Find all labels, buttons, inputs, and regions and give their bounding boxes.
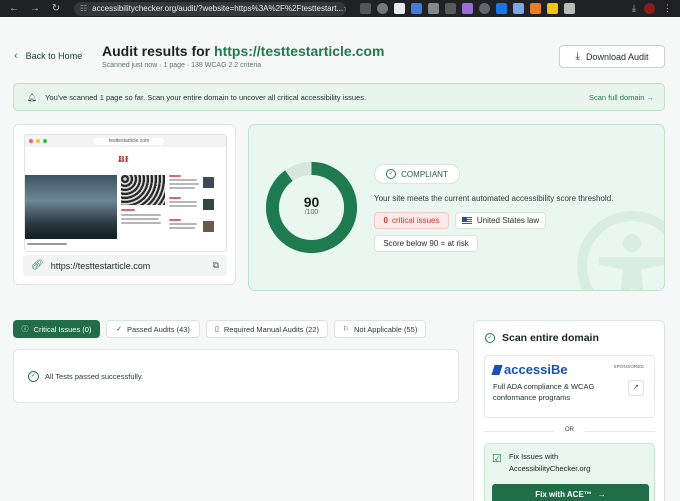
extensions-bar [360,3,575,14]
check-icon: ✓ [116,326,122,333]
profile-avatar[interactable] [644,3,655,14]
banner-text: You've scanned 1 page so far. Scan your … [45,92,367,102]
accessibility-watermark-icon [577,211,664,290]
extension-icon[interactable] [479,3,490,14]
fix-issues-box: ☑ Fix Issues with AccessibilityChecker.o… [484,443,655,501]
ad-brand: accessiBe [504,362,568,377]
tab-not-applicable[interactable]: ⚐ Not Applicable (55) [334,320,426,338]
fix-line2: AccessibilityChecker.org [509,464,591,473]
fix-button-label: Fix with ACE™ [535,489,592,499]
address-bar[interactable]: ☷ accessibilitychecker.org/audit/?websit… [74,1,346,16]
extension-icon[interactable] [411,3,422,14]
tab-label: Not Applicable (55) [353,324,418,334]
tab-manual-audits[interactable]: ▯ Required Manual Audits (22) [206,320,328,338]
accessibe-logo-mark [491,364,503,375]
results-panel: ✓ All Tests passed successfully. [13,349,459,403]
bell-icon: 🔔︎ [27,92,38,102]
hero-image-thumbnail [25,175,117,239]
scan-banner: 🔔︎ You've scanned 1 page so far. Scan yo… [13,83,665,111]
tab-label: Required Manual Audits (22) [223,324,319,334]
extension-icon[interactable] [360,3,371,14]
score-value: 90 [303,194,320,210]
download-audit-button[interactable]: ⤓ Download Audit [559,45,665,68]
arrow-right-icon: → [597,489,606,499]
fix-with-ace-button[interactable]: Fix with ACE™ → [492,484,649,501]
extension-icon[interactable] [445,3,456,14]
back-arrow-icon[interactable]: ← [8,3,20,15]
sponsored-label: SPONSORED [613,364,644,369]
forward-arrow-icon[interactable]: → [29,3,41,15]
extension-icon[interactable] [547,3,558,14]
law-badge: United States law [455,212,546,229]
us-flag-icon [461,217,472,224]
extension-icon[interactable] [496,3,507,14]
check-circle-icon: ✓ [28,370,39,382]
results-message: All Tests passed successfully. [45,371,144,381]
flag-icon: ⚐ [342,326,349,333]
check-circle-icon: ✓ [485,333,495,343]
compliance-status: COMPLIANT [401,169,448,179]
extension-icon[interactable] [462,3,473,14]
mini-url: testtestarticle.com [94,137,164,145]
fix-issues-text: Fix Issues with AccessibilityChecker.org [509,451,590,475]
or-divider: OR [484,427,655,433]
page-title: Audit results for https://testtestarticl… [102,43,384,59]
accessibe-logo: accessiBe [491,362,568,377]
critical-issues-badge: 0 critical issues [374,212,449,229]
scan-meta: Scanned just now · 1 page · 138 WCAG 2.2… [102,62,262,69]
extension-icon[interactable] [394,3,405,14]
panel-title-text: Scan entire domain [502,332,599,344]
tab-label: Passed Audits (43) [126,324,190,334]
site-url: https://testtestarticle.com [50,260,151,271]
site-screenshot: testtestarticle.com ɃƗ [24,134,227,252]
panel-title: ✓ Scan entire domain [485,332,599,344]
download-audit-label: Download Audit [585,51,649,62]
site-logo-thumbnail: ɃƗ [118,154,129,164]
extension-icon[interactable] [530,3,541,14]
scan-domain-panel: ✓ Scan entire domain accessiBe SPONSORED… [473,320,665,501]
link-icon: 🔗︎ [31,260,44,271]
check-circle-icon: ✓ [386,169,397,179]
score-description: Your site meets the current automated ac… [374,194,614,203]
tab-passed-audits[interactable]: ✓ Passed Audits (43) [106,320,200,338]
site-url-field[interactable]: 🔗︎ https://testtestarticle.com ⧉ [23,255,227,276]
title-prefix: Audit results for [102,43,215,59]
site-preview-card: testtestarticle.com ɃƗ 🔗︎ https://testte… [13,124,236,285]
score-max: /100 [304,209,319,216]
thumbnail-image [121,175,165,205]
document-icon: ▯ [215,326,219,333]
tab-critical-issues[interactable]: ⓘ Critical Issues (0) [13,320,100,338]
critical-label: critical issues [391,216,440,225]
back-to-home-link[interactable]: ‹ Back to Home [14,50,82,62]
ad-text: Full ADA compliance & WCAG conformance p… [493,382,595,402]
extension-icon[interactable] [428,3,439,14]
tab-label: Critical Issues (0) [33,324,92,334]
scan-full-domain-link[interactable]: Scan full domain → [589,93,654,102]
critical-count: 0 [383,216,388,225]
sponsored-ad-card[interactable]: accessiBe SPONSORED Full ADA compliance … [484,355,655,418]
reload-icon[interactable]: ↻ [50,3,62,15]
bookmark-star-icon[interactable]: ☆ [343,3,346,14]
checklist-icon: ☑ [492,453,502,465]
site-settings-icon[interactable]: ☷ [80,4,87,13]
external-link-arrow-icon[interactable]: ↗ [628,380,644,396]
download-icon[interactable]: ⤓ [632,3,636,14]
download-icon: ⤓ [575,51,580,62]
address-text: accessibilitychecker.org/audit/?website=… [92,4,344,13]
back-label: Back to Home [25,51,83,61]
menu-kebab-icon[interactable]: ⋮ [663,3,672,14]
extension-icon[interactable] [377,3,388,14]
extension-icon[interactable] [513,3,524,14]
title-site: https://testtestarticle.com [214,43,385,59]
risk-note: Score below 90 = at risk [374,235,478,252]
copy-icon[interactable]: ⧉ [213,260,219,271]
info-icon: ⓘ [21,326,29,333]
compliance-badge: ✓ COMPLIANT [374,164,460,184]
browser-toolbar: ← → ↻ ☷ accessibilitychecker.org/audit/?… [0,0,680,17]
score-card: 90 /100 ✓ COMPLIANT Your site meets the … [248,124,665,291]
law-label: United States law [476,216,540,225]
fix-line1: Fix Issues with [509,452,559,461]
chevron-left-icon: ‹ [14,50,18,62]
extensions-puzzle-icon[interactable] [564,3,575,14]
